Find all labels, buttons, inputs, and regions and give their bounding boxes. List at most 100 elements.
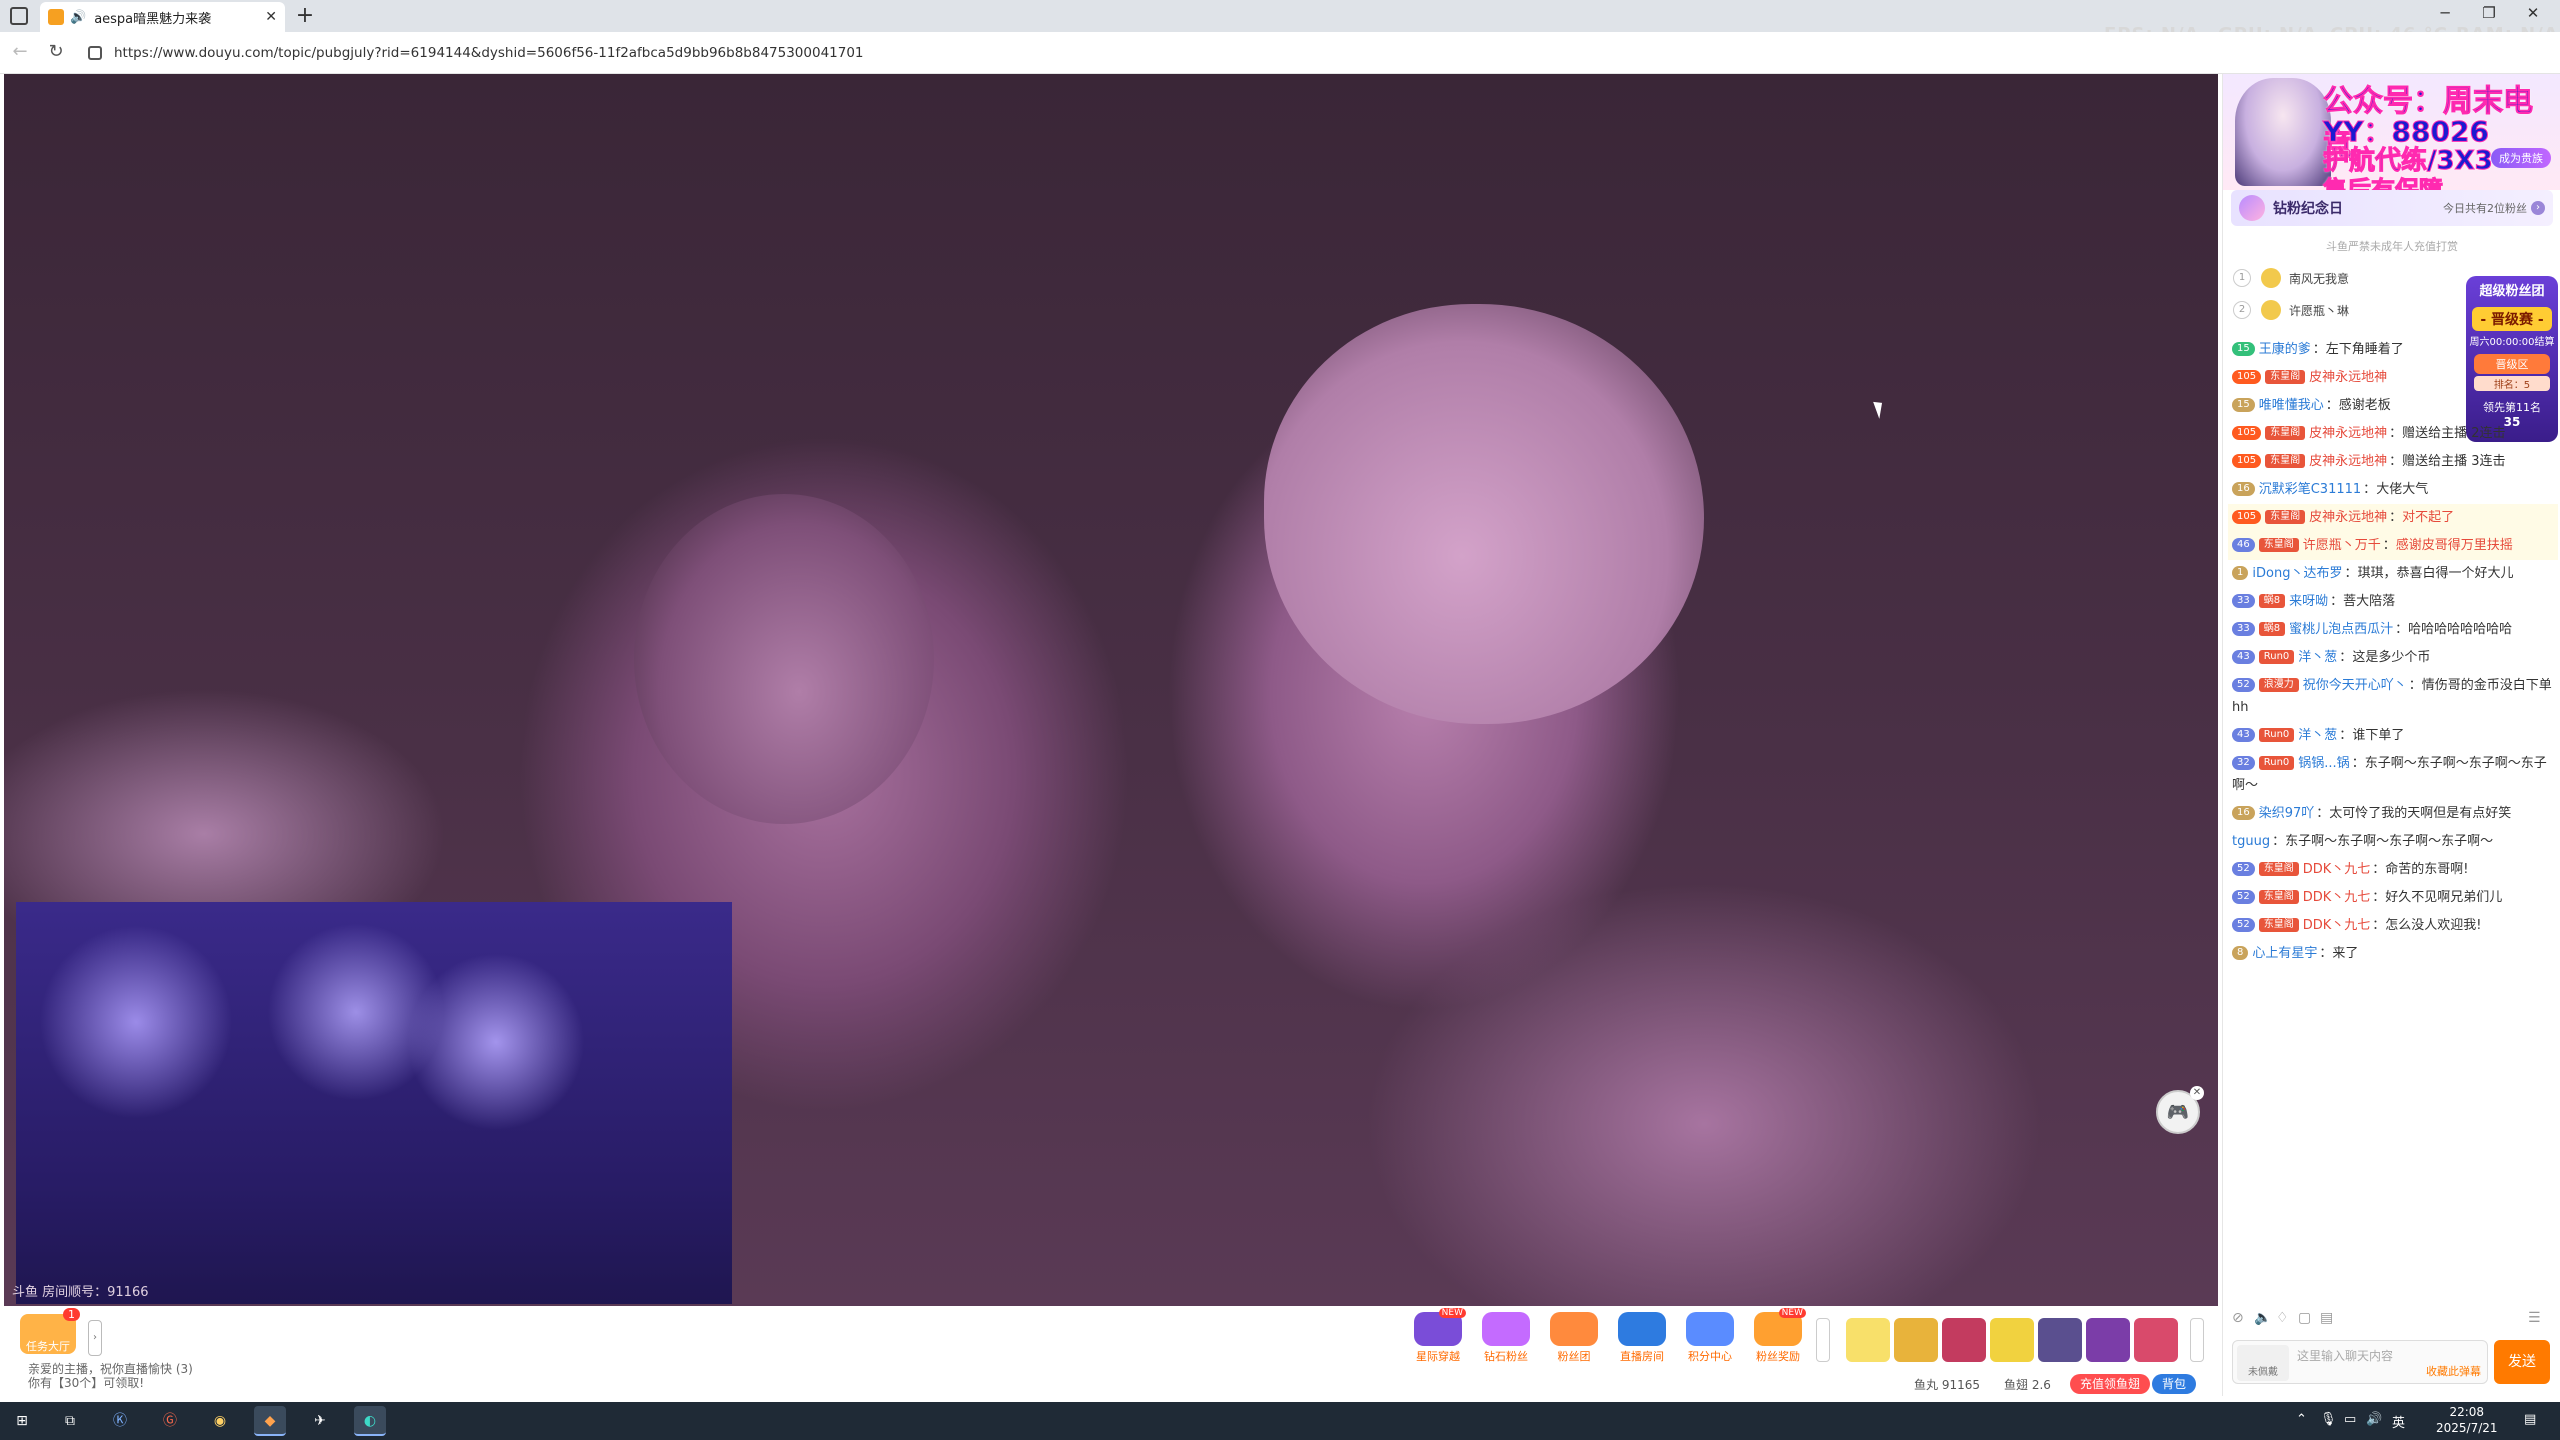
microphone-icon[interactable]: 🎙 (2320, 1412, 2337, 1427)
fan-badge[interactable]: 蜗8 (2258, 622, 2286, 636)
close-tab-icon[interactable]: ✕ (265, 9, 277, 25)
fan-anniversary-bar[interactable]: 钻粉纪念日 今日共有2位粉丝 › (2231, 190, 2553, 226)
function-button[interactable]: 钻石粉丝 (1478, 1312, 1534, 1364)
send-button[interactable]: 发送 (2494, 1340, 2550, 1384)
input-method[interactable]: 英 (2392, 1412, 2405, 1431)
anime-avatar-image (2235, 78, 2331, 186)
save-danmaku-hint[interactable]: 收藏此弹幕 (2426, 1363, 2481, 1379)
fan-badge[interactable]: 东皇阁 (2265, 510, 2306, 524)
chat-nickname[interactable]: 来呀呦 (2289, 594, 2328, 609)
chat-nickname[interactable]: 皮神永远地神 (2309, 510, 2387, 525)
fan-badge[interactable]: Run0 (2258, 650, 2295, 664)
lock-screen-icon[interactable]: ▢ (2298, 1310, 2311, 1326)
chat-nickname[interactable]: 沉默彩笔C31111 (2259, 482, 2361, 497)
filter-icon[interactable]: ▤ (2320, 1310, 2333, 1326)
danmaku-volume-icon[interactable]: 🔈 (2254, 1310, 2271, 1326)
douyu-app-icon[interactable]: ◆ (254, 1406, 286, 1436)
gift-item[interactable] (1846, 1318, 1890, 1362)
chat-nickname[interactable]: DDK丶九七 (2303, 862, 2371, 877)
gift-item[interactable] (2134, 1318, 2178, 1362)
function-button[interactable]: 星际穿越 NEW (1410, 1308, 1466, 1364)
function-scroll-left[interactable] (1816, 1318, 1830, 1362)
function-button[interactable]: 直播房间 (1614, 1312, 1670, 1364)
gift-item[interactable] (2086, 1318, 2130, 1362)
notification-icon[interactable]: ▤ (2524, 1412, 2536, 1427)
chat-nickname[interactable]: 许愿瓶丶万千 (2303, 538, 2381, 553)
fan-badge[interactable]: 东皇阁 (2258, 862, 2299, 876)
gift-item[interactable] (1942, 1318, 1986, 1362)
chat-nickname[interactable]: 祝你今天开心吖丶 (2303, 678, 2407, 693)
back-icon[interactable]: ← (8, 41, 32, 65)
close-window-icon[interactable]: ✕ (2518, 4, 2548, 28)
chat-list[interactable]: 15 王康的爹 ：左下角睡着了 105 东皇阁 皮神永远地神 15 唯唯懂我心 ：感谢老板 105… (2228, 336, 2558, 1306)
app-feather-icon[interactable]: ✈ (304, 1406, 336, 1436)
edge-browser-icon[interactable]: ◐ (354, 1406, 386, 1436)
chat-nickname[interactable]: DDK丶九七 (2303, 918, 2371, 933)
clock[interactable]: 22:08 2025/7/21 (2436, 1404, 2498, 1436)
windows-start-icon[interactable]: ⊞ (6, 1406, 38, 1436)
become-noble-button[interactable]: 成为贵族 (2491, 148, 2551, 168)
chat-nickname[interactable]: 蜜桃儿泡点西瓜汁 (2289, 622, 2393, 637)
recharge-button[interactable]: 充值领鱼翅 (2070, 1374, 2151, 1394)
fan-badge[interactable]: 浪漫力 (2258, 678, 2299, 692)
chat-nickname[interactable]: 洋丶葱 (2298, 728, 2337, 743)
gift-item[interactable] (1894, 1318, 1938, 1362)
chat-input[interactable]: 未佩戴 这里输入聊天内容 收藏此弹幕 (2232, 1340, 2488, 1384)
backpack-button[interactable]: 背包 (2152, 1374, 2197, 1394)
task-expand-icon[interactable]: › (88, 1320, 102, 1356)
speaker-icon[interactable]: 🔊 (70, 10, 86, 25)
browser-tab[interactable]: 🔊 aespa暗黑魅力来袭 ✕ (40, 2, 285, 32)
task-view-icon[interactable]: ⧉ (54, 1406, 86, 1436)
fan-badge[interactable]: 东皇阁 (2258, 918, 2299, 932)
task-hall-button[interactable]: 任务大厅 1 (20, 1308, 80, 1354)
fan-badge[interactable]: 东皇阁 (2265, 454, 2306, 468)
fan-badge[interactable]: 蜗8 (2258, 594, 2286, 608)
network-icon[interactable]: ▭ (2344, 1412, 2356, 1427)
chat-text: 赠送给主播 2连击 (2402, 426, 2506, 441)
chat-nickname[interactable]: 唯唯懂我心 (2259, 398, 2324, 413)
app-g-icon[interactable]: Ⓖ (154, 1406, 186, 1436)
floating-close-icon[interactable]: ✕ (2190, 1086, 2204, 1100)
function-button[interactable]: 粉丝团 (1546, 1312, 1602, 1364)
picture-in-picture-video[interactable] (16, 902, 732, 1304)
chat-nickname[interactable]: 皮神永远地神 (2309, 426, 2387, 441)
fan-badge[interactable]: 东皇阁 (2265, 370, 2306, 384)
gift-scroll-right[interactable] (2190, 1318, 2204, 1362)
gift-effect-icon[interactable]: ♢ (2276, 1310, 2289, 1326)
chat-nickname[interactable]: tguug (2232, 834, 2270, 849)
chat-separator: ： (2272, 834, 2286, 849)
fan-badge[interactable]: 东皇阁 (2265, 426, 2306, 440)
chat-nickname[interactable]: iDong丶达布罗 (2252, 566, 2342, 581)
chat-nickname[interactable]: DDK丶九七 (2303, 890, 2371, 905)
gift-item[interactable] (1990, 1318, 2034, 1362)
function-button[interactable]: 粉丝奖励 NEW (1750, 1308, 1806, 1364)
minimize-icon[interactable]: ─ (2430, 4, 2460, 28)
fan-badge[interactable]: 东皇阁 (2258, 890, 2299, 904)
url-field[interactable]: https://www.douyu.com/topic/pubgjuly?rid… (88, 40, 864, 66)
live-video-player[interactable]: 斗鱼 房间顺号：91166 (4, 74, 2218, 1306)
fan-badge[interactable]: 东皇阁 (2258, 538, 2299, 552)
chat-nickname[interactable]: 锅锅...锅 (2298, 756, 2349, 771)
restore-icon[interactable]: ❐ (2474, 4, 2504, 28)
volume-icon[interactable]: 🔊 (2366, 1412, 2382, 1427)
function-button[interactable]: 积分中心 (1682, 1312, 1738, 1364)
clear-icon[interactable]: ⊘ (2232, 1310, 2244, 1326)
tray-expand-icon[interactable]: ⌃ (2296, 1412, 2307, 1427)
chat-nickname[interactable]: 王康的爹 (2259, 342, 2311, 357)
fan-badge-slot[interactable]: 未佩戴 (2237, 1345, 2289, 1381)
refresh-icon[interactable]: ↻ (44, 41, 68, 65)
chat-nickname[interactable]: 皮神永远地神 (2309, 454, 2387, 469)
chat-nickname[interactable]: 洋丶葱 (2298, 650, 2337, 665)
app-game-icon[interactable]: ◉ (204, 1406, 236, 1436)
settings-icon[interactable]: ☰ (2528, 1310, 2541, 1326)
chat-text: 谁下单了 (2352, 728, 2405, 743)
app-k-icon[interactable]: Ⓚ (104, 1406, 136, 1436)
tab-actions-icon[interactable] (10, 7, 28, 25)
chat-nickname[interactable]: 皮神永远地神 (2309, 370, 2387, 385)
new-tab-button[interactable]: + (292, 4, 318, 30)
fan-badge[interactable]: Run0 (2258, 756, 2295, 770)
chat-nickname[interactable]: 心上有星宇 (2252, 946, 2317, 961)
fan-badge[interactable]: Run0 (2258, 728, 2295, 742)
chat-nickname[interactable]: 染织97吖 (2259, 806, 2315, 821)
gift-item[interactable] (2038, 1318, 2082, 1362)
